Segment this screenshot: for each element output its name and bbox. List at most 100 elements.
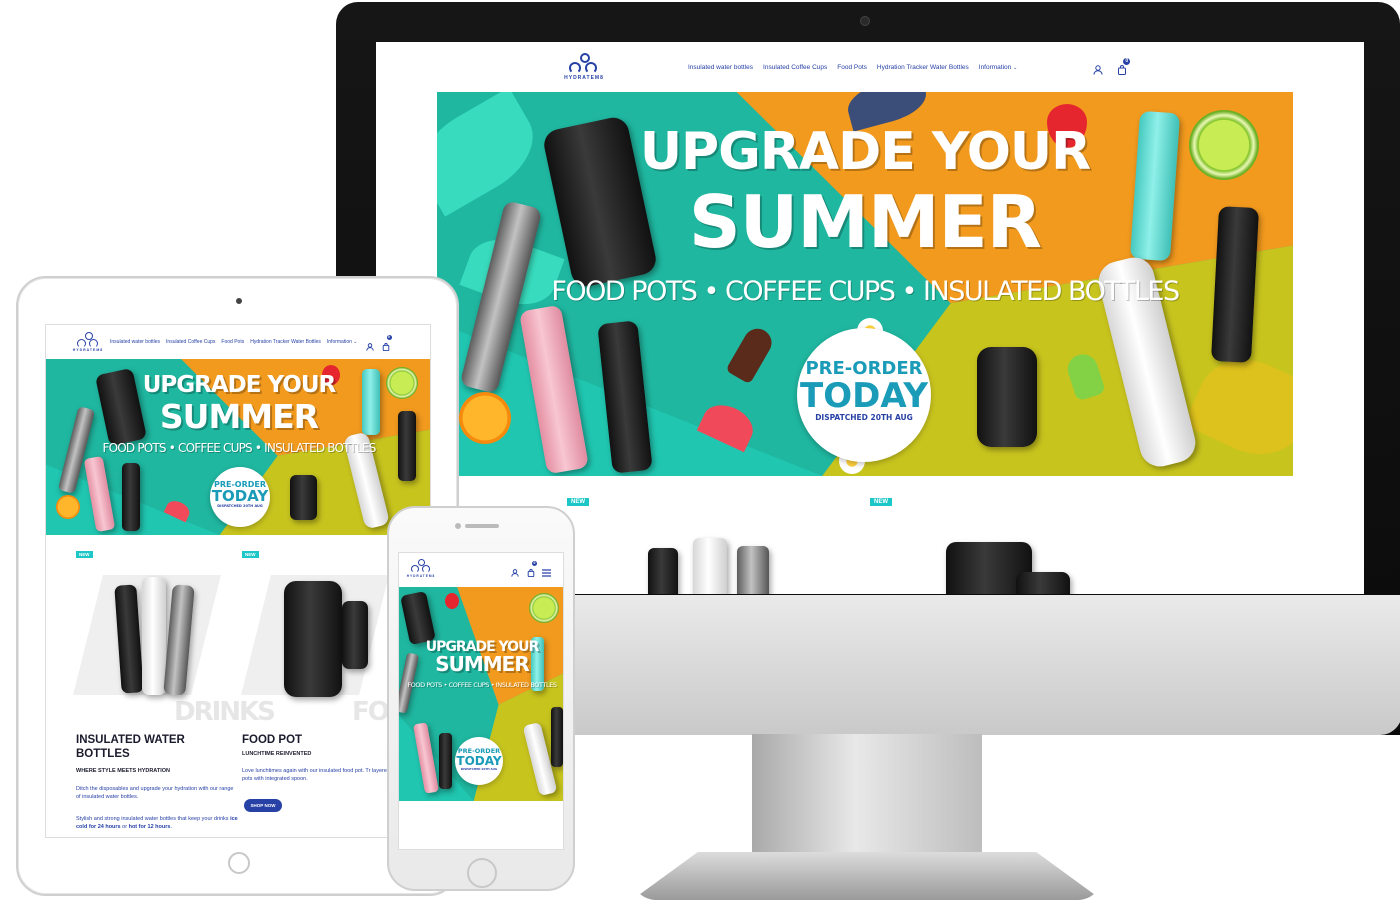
- site-logo[interactable]: HYDRATEM8: [72, 332, 104, 352]
- hero-title-line2: SUMMER: [688, 180, 1042, 264]
- camera-icon: [860, 16, 870, 26]
- preorder-badge-line2: TODAY: [800, 376, 928, 416]
- nav-item-coffee-cups[interactable]: Insulated Coffee Cups: [166, 339, 215, 345]
- cart-count-badge: 0: [386, 335, 392, 340]
- logo-icon: [76, 332, 100, 348]
- site-header: HYDRATEM8 Insulated water bottles Insula…: [376, 42, 1364, 92]
- preorder-badge-line3: DISPATCHED 20TH AUG: [217, 504, 263, 508]
- chevron-down-icon: ⌄: [1013, 64, 1018, 71]
- drinks-card-text-1: Ditch the disposables and upgrade your h…: [76, 786, 234, 801]
- nav-item-coffee-cups[interactable]: Insulated Coffee Cups: [763, 64, 827, 71]
- hero-title-line2: SUMMER: [159, 397, 319, 436]
- nav-item-information-label: Information: [326, 339, 352, 345]
- drinks-text-2-suffix: .: [170, 824, 172, 831]
- nav-item-tracker-bottles[interactable]: Hydration Tracker Water Bottles: [877, 64, 969, 71]
- logo-text: HYDRATEM8: [564, 75, 604, 81]
- preorder-badge[interactable]: PRE-ORDER TODAY DISPATCHED 20TH AUG: [797, 328, 931, 462]
- food-card-title[interactable]: FOOD POT: [242, 733, 382, 747]
- preorder-badge-line3: DISPATCHED 20TH AUG: [460, 767, 498, 771]
- drinks-ghost-text: DRINKS: [174, 697, 276, 727]
- black-food-pot-small-image: [977, 347, 1037, 447]
- preorder-badge[interactable]: PRE-ORDER TODAY DISPATCHED 20TH AUG: [210, 467, 270, 527]
- hero-banner[interactable]: UPGRADE YOUR SUMMER FOOD POTS • COFFEE C…: [437, 92, 1293, 476]
- monitor-foot: [632, 852, 1102, 900]
- user-icon[interactable]: [1093, 62, 1103, 75]
- monitor-stand: [752, 734, 982, 858]
- chevron-down-icon: ⌄: [353, 339, 358, 345]
- preorder-badge-line3: DISPATCHED 20TH AUG: [815, 413, 913, 422]
- new-tag: NEW: [567, 498, 589, 506]
- black-food-pot-small-image: [290, 475, 317, 520]
- nav-item-information[interactable]: Information ⌄: [327, 339, 358, 345]
- preorder-badge-line2: TODAY: [456, 754, 502, 768]
- cart-count-badge: 0: [1123, 58, 1131, 65]
- hero-title-line2: SUMMER: [435, 652, 530, 676]
- bottle-product-image: [648, 548, 678, 594]
- nav-item-food-pots[interactable]: Food Pots: [837, 64, 867, 71]
- camera-icon: [236, 298, 242, 304]
- lime-slice-icon: [529, 593, 559, 623]
- nav-item-food-pots[interactable]: Food Pots: [221, 339, 244, 345]
- phone-device: HYDRATEM8 0 UPGRADE YOUR SUMMER FOOD POT…: [387, 506, 575, 891]
- user-icon[interactable]: [511, 564, 519, 577]
- logo-icon: [567, 53, 601, 75]
- hero-banner[interactable]: UPGRADE YOUR SUMMER FOOD POTS • COFFEE C…: [46, 359, 430, 535]
- nav-item-information[interactable]: Information ⌄: [979, 64, 1018, 71]
- hero-subtitle: FOOD POTS • COFFEE CUPS • INSULATED BOTT…: [551, 276, 1180, 307]
- nav-item-water-bottles[interactable]: Insulated water bottles: [688, 64, 753, 71]
- cart-icon[interactable]: 0: [1117, 58, 1131, 75]
- nav-item-tracker-bottles[interactable]: Hydration Tracker Water Bottles: [250, 339, 321, 345]
- shop-now-button[interactable]: SHOP NOW: [244, 799, 282, 812]
- black-food-pot-image: [400, 590, 436, 646]
- cart-icon[interactable]: 0: [527, 561, 537, 578]
- food-pot-product-image: [284, 581, 342, 697]
- bottle-product-image: [142, 577, 166, 695]
- new-tag: NEW: [76, 551, 93, 558]
- bottle-product-image: [693, 538, 727, 594]
- new-tag: NEW: [870, 498, 892, 506]
- black-bottle-image: [551, 707, 563, 767]
- hero-subtitle: FOOD POTS • COFFEE CUPS • INSULATED BOTT…: [102, 441, 376, 455]
- drinks-text-2-prefix: Stylish and strong insulated water bottl…: [76, 816, 231, 822]
- site-logo[interactable]: HYDRATEM8: [564, 53, 604, 81]
- camera-icon: [455, 523, 461, 529]
- hero-title-line1: UPGRADE YOUR: [142, 372, 337, 398]
- drinks-text-hot: hot for 12 hours: [128, 824, 171, 831]
- preorder-badge[interactable]: PRE-ORDER TODAY DISPATCHED 20TH AUG: [455, 737, 503, 785]
- tablet-screen: HYDRATEM8 Insulated water bottles Insula…: [45, 324, 431, 838]
- hero-banner[interactable]: UPGRADE YOUR SUMMER FOOD POTS • COFFEE C…: [399, 587, 563, 801]
- orange-slice-icon: [459, 392, 511, 444]
- ice-cream-icon: [725, 323, 777, 385]
- site-header: HYDRATEM8 0: [399, 553, 563, 583]
- drinks-card-title[interactable]: INSULATED WATER BOTTLES: [76, 733, 216, 762]
- black-flask-image: [122, 463, 140, 531]
- main-nav: Insulated water bottles Insulated Coffee…: [110, 339, 358, 345]
- strawberry-icon: [445, 593, 459, 609]
- hero-subtitle: FOOD POTS • COFFEE CUPS • INSULATED BOTT…: [407, 681, 557, 689]
- new-tag: NEW: [242, 551, 259, 558]
- food-pot-lid-image: [342, 601, 368, 669]
- preorder-badge-line2: TODAY: [211, 487, 269, 505]
- home-button[interactable]: [467, 858, 497, 888]
- hero-title-line1: UPGRADE YOUR: [639, 122, 1091, 182]
- phone-screen: HYDRATEM8 0 UPGRADE YOUR SUMMER FOOD POT…: [398, 552, 564, 850]
- food-pot-lid-image: [1016, 572, 1070, 594]
- bottle-product-image: [737, 546, 769, 594]
- hamburger-icon[interactable]: [542, 564, 551, 577]
- cart-count-badge: 0: [532, 561, 537, 566]
- logo-text: HYDRATEM8: [406, 573, 436, 578]
- food-card-subtitle: LUNCHTIME REINVENTED: [242, 751, 312, 757]
- drinks-card-subtitle: WHERE STYLE MEETS HYDRATION: [76, 768, 171, 774]
- home-button[interactable]: [228, 852, 250, 874]
- drinks-text-2-mid: or: [120, 824, 129, 831]
- user-icon[interactable]: [365, 338, 374, 351]
- site-header: HYDRATEM8 Insulated water bottles Insula…: [46, 325, 430, 359]
- logo-icon: [410, 558, 432, 574]
- logo-text: HYDRATEM8: [72, 348, 104, 352]
- devices-mockup: HYDRATEM8 Insulated water bottles Insula…: [0, 0, 1400, 912]
- nav-item-water-bottles[interactable]: Insulated water bottles: [110, 339, 160, 345]
- site-logo[interactable]: HYDRATEM8: [406, 558, 436, 578]
- orange-slice-icon: [56, 495, 80, 519]
- cart-icon[interactable]: 0: [382, 335, 392, 352]
- black-flask-image: [439, 733, 452, 789]
